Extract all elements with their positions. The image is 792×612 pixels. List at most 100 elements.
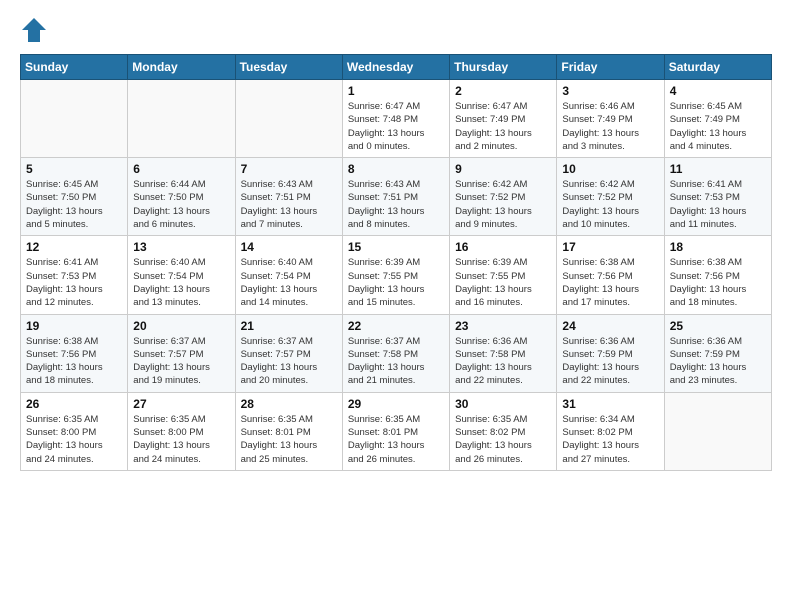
day-cell: 14 Sunrise: 6:40 AM Sunset: 7:54 PM Dayli… [235, 236, 342, 314]
day-cell: 22 Sunrise: 6:37 AM Sunset: 7:58 PM Dayli… [342, 314, 449, 392]
day-cell: 1 Sunrise: 6:47 AM Sunset: 7:48 PM Daylig… [342, 80, 449, 158]
day-info: Sunrise: 6:38 AM Sunset: 7:56 PM Dayligh… [670, 256, 766, 309]
day-number: 14 [241, 240, 337, 254]
day-cell: 2 Sunrise: 6:47 AM Sunset: 7:49 PM Daylig… [450, 80, 557, 158]
week-row-2: 5Sunrise: 6:45 AM Sunset: 7:50 PM Daylig… [21, 158, 772, 236]
day-number: 25 [670, 319, 766, 333]
day-header-tuesday: Tuesday [235, 55, 342, 80]
day-cell: 5Sunrise: 6:45 AM Sunset: 7:50 PM Daylig… [21, 158, 128, 236]
day-info: Sunrise: 6:41 AM Sunset: 7:53 PM Dayligh… [670, 178, 766, 231]
day-cell: 27Sunrise: 6:35 AM Sunset: 8:00 PM Dayli… [128, 392, 235, 470]
day-cell: 15 Sunrise: 6:39 AM Sunset: 7:55 PM Dayli… [342, 236, 449, 314]
day-number: 12 [26, 240, 122, 254]
day-number: 8 [348, 162, 444, 176]
day-info: Sunrise: 6:36 AM Sunset: 7:59 PM Dayligh… [670, 335, 766, 388]
day-number: 20 [133, 319, 229, 333]
day-cell: 6 Sunrise: 6:44 AM Sunset: 7:50 PM Daylig… [128, 158, 235, 236]
day-header-sunday: Sunday [21, 55, 128, 80]
calendar-header: SundayMondayTuesdayWednesdayThursdayFrid… [21, 55, 772, 80]
day-number: 29 [348, 397, 444, 411]
day-info: Sunrise: 6:40 AM Sunset: 7:54 PM Dayligh… [241, 256, 337, 309]
week-row-5: 26Sunrise: 6:35 AM Sunset: 8:00 PM Dayli… [21, 392, 772, 470]
week-row-4: 19 Sunrise: 6:38 AM Sunset: 7:56 PM Dayli… [21, 314, 772, 392]
day-number: 27 [133, 397, 229, 411]
day-number: 10 [562, 162, 658, 176]
day-info: Sunrise: 6:47 AM Sunset: 7:48 PM Dayligh… [348, 100, 444, 153]
day-info: Sunrise: 6:37 AM Sunset: 7:58 PM Dayligh… [348, 335, 444, 388]
day-info: Sunrise: 6:38 AM Sunset: 7:56 PM Dayligh… [26, 335, 122, 388]
calendar-body: 1 Sunrise: 6:47 AM Sunset: 7:48 PM Daylig… [21, 80, 772, 471]
header [20, 16, 772, 44]
day-number: 2 [455, 84, 551, 98]
day-number: 5 [26, 162, 122, 176]
day-number: 16 [455, 240, 551, 254]
week-row-3: 12 Sunrise: 6:41 AM Sunset: 7:53 PM Dayli… [21, 236, 772, 314]
day-cell: 8Sunrise: 6:43 AM Sunset: 7:51 PM Daylig… [342, 158, 449, 236]
day-cell: 30Sunrise: 6:35 AM Sunset: 8:02 PM Dayli… [450, 392, 557, 470]
day-number: 23 [455, 319, 551, 333]
day-number: 24 [562, 319, 658, 333]
day-cell: 9Sunrise: 6:42 AM Sunset: 7:52 PM Daylig… [450, 158, 557, 236]
day-info: Sunrise: 6:35 AM Sunset: 8:01 PM Dayligh… [241, 413, 337, 466]
logo [20, 16, 52, 44]
day-number: 15 [348, 240, 444, 254]
day-cell [235, 80, 342, 158]
day-header-wednesday: Wednesday [342, 55, 449, 80]
day-number: 11 [670, 162, 766, 176]
day-info: Sunrise: 6:37 AM Sunset: 7:57 PM Dayligh… [241, 335, 337, 388]
day-cell: 24 Sunrise: 6:36 AM Sunset: 7:59 PM Dayli… [557, 314, 664, 392]
day-cell: 29 Sunrise: 6:35 AM Sunset: 8:01 PM Dayli… [342, 392, 449, 470]
day-header-monday: Monday [128, 55, 235, 80]
day-header-thursday: Thursday [450, 55, 557, 80]
day-number: 22 [348, 319, 444, 333]
day-number: 7 [241, 162, 337, 176]
day-info: Sunrise: 6:45 AM Sunset: 7:49 PM Dayligh… [670, 100, 766, 153]
day-cell: 3 Sunrise: 6:46 AM Sunset: 7:49 PM Daylig… [557, 80, 664, 158]
day-number: 3 [562, 84, 658, 98]
day-number: 26 [26, 397, 122, 411]
day-cell: 28 Sunrise: 6:35 AM Sunset: 8:01 PM Dayli… [235, 392, 342, 470]
day-info: Sunrise: 6:36 AM Sunset: 7:59 PM Dayligh… [562, 335, 658, 388]
day-cell [128, 80, 235, 158]
day-cell: 4 Sunrise: 6:45 AM Sunset: 7:49 PM Daylig… [664, 80, 771, 158]
day-info: Sunrise: 6:34 AM Sunset: 8:02 PM Dayligh… [562, 413, 658, 466]
day-cell: 13 Sunrise: 6:40 AM Sunset: 7:54 PM Dayli… [128, 236, 235, 314]
day-cell: 19 Sunrise: 6:38 AM Sunset: 7:56 PM Dayli… [21, 314, 128, 392]
day-number: 6 [133, 162, 229, 176]
day-number: 28 [241, 397, 337, 411]
day-header-friday: Friday [557, 55, 664, 80]
day-cell: 11 Sunrise: 6:41 AM Sunset: 7:53 PM Dayli… [664, 158, 771, 236]
day-info: Sunrise: 6:39 AM Sunset: 7:55 PM Dayligh… [348, 256, 444, 309]
day-cell: 17 Sunrise: 6:38 AM Sunset: 7:56 PM Dayli… [557, 236, 664, 314]
day-number: 19 [26, 319, 122, 333]
page: SundayMondayTuesdayWednesdayThursdayFrid… [0, 0, 792, 612]
day-cell: 21 Sunrise: 6:37 AM Sunset: 7:57 PM Dayli… [235, 314, 342, 392]
day-cell [21, 80, 128, 158]
day-cell: 25 Sunrise: 6:36 AM Sunset: 7:59 PM Dayli… [664, 314, 771, 392]
day-info: Sunrise: 6:46 AM Sunset: 7:49 PM Dayligh… [562, 100, 658, 153]
calendar-table: SundayMondayTuesdayWednesdayThursdayFrid… [20, 54, 772, 471]
day-info: Sunrise: 6:38 AM Sunset: 7:56 PM Dayligh… [562, 256, 658, 309]
day-info: Sunrise: 6:47 AM Sunset: 7:49 PM Dayligh… [455, 100, 551, 153]
day-number: 4 [670, 84, 766, 98]
day-cell: 20Sunrise: 6:37 AM Sunset: 7:57 PM Dayli… [128, 314, 235, 392]
day-cell: 16Sunrise: 6:39 AM Sunset: 7:55 PM Dayli… [450, 236, 557, 314]
day-info: Sunrise: 6:42 AM Sunset: 7:52 PM Dayligh… [455, 178, 551, 231]
day-cell: 12 Sunrise: 6:41 AM Sunset: 7:53 PM Dayli… [21, 236, 128, 314]
day-info: Sunrise: 6:42 AM Sunset: 7:52 PM Dayligh… [562, 178, 658, 231]
day-number: 13 [133, 240, 229, 254]
day-number: 30 [455, 397, 551, 411]
day-cell: 7 Sunrise: 6:43 AM Sunset: 7:51 PM Daylig… [235, 158, 342, 236]
day-number: 1 [348, 84, 444, 98]
day-info: Sunrise: 6:40 AM Sunset: 7:54 PM Dayligh… [133, 256, 229, 309]
day-number: 17 [562, 240, 658, 254]
day-info: Sunrise: 6:41 AM Sunset: 7:53 PM Dayligh… [26, 256, 122, 309]
day-info: Sunrise: 6:35 AM Sunset: 8:01 PM Dayligh… [348, 413, 444, 466]
day-number: 21 [241, 319, 337, 333]
day-info: Sunrise: 6:43 AM Sunset: 7:51 PM Dayligh… [241, 178, 337, 231]
header-row: SundayMondayTuesdayWednesdayThursdayFrid… [21, 55, 772, 80]
day-cell: 26Sunrise: 6:35 AM Sunset: 8:00 PM Dayli… [21, 392, 128, 470]
day-header-saturday: Saturday [664, 55, 771, 80]
day-info: Sunrise: 6:44 AM Sunset: 7:50 PM Dayligh… [133, 178, 229, 231]
day-cell: 18Sunrise: 6:38 AM Sunset: 7:56 PM Dayli… [664, 236, 771, 314]
